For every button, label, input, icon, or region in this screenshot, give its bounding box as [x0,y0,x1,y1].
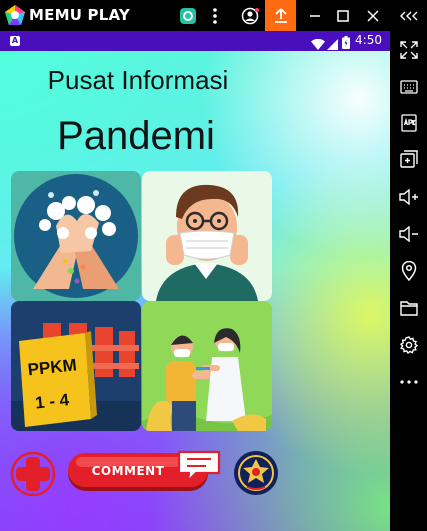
keyboard-mapping-icon[interactable] [390,72,427,102]
folder-icon[interactable] [390,293,427,323]
vaccination-illustration [142,301,272,431]
app-screen: Pusat Informasi Pandemi PPKM 1 - 4 COMME… [0,51,390,531]
page-title: Pandemi [57,114,215,158]
tile-hand-washing[interactable] [11,171,141,301]
app-store-icon[interactable] [177,0,199,31]
settings-icon[interactable] [390,330,427,360]
minimize-icon[interactable] [302,0,328,31]
university-emblem-icon[interactable] [233,450,279,496]
page-subtitle: Pusat Informasi [47,65,229,95]
medical-cross-button[interactable] [10,451,56,497]
more-vert-icon[interactable] [205,0,225,31]
tile-vaccination[interactable] [142,301,272,431]
more-icon[interactable] [390,367,427,397]
volume-up-icon[interactable] [390,182,427,212]
tile-mask[interactable] [142,171,272,301]
account-icon[interactable] [238,0,262,31]
app-notification-icon: A [10,36,20,46]
ppkm-sign-illustration: PPKM 1 - 4 [11,301,141,431]
maximize-icon[interactable] [330,0,356,31]
emulator-sidebar [390,31,427,531]
add-window-icon[interactable] [390,144,427,174]
masked-person-illustration [142,171,272,301]
app-badge-label: A [11,36,19,45]
close-icon[interactable] [360,0,386,31]
collapse-sidebar-icon[interactable] [396,0,422,31]
apk-install-icon[interactable] [390,108,427,138]
medical-cross-icon [10,451,56,497]
volume-down-icon[interactable] [390,219,427,249]
brand-name: MEMU PLAY [29,6,130,24]
ppkm-sign-line2: 1 - 4 [34,390,70,413]
upload-icon[interactable] [265,0,296,31]
emulator-titlebar: MEMU PLAY [0,0,427,31]
status-time: 4:50 [355,33,382,47]
memu-logo-icon [4,4,26,26]
location-icon[interactable] [390,256,427,286]
comment-button-label: COMMENT [91,464,165,478]
fullscreen-icon[interactable] [390,35,427,65]
comment-button[interactable]: COMMENT [66,449,224,495]
hand-washing-illustration [11,171,141,301]
android-status-bar: A 4:50 [0,31,390,51]
tile-ppkm[interactable]: PPKM 1 - 4 [11,301,141,431]
